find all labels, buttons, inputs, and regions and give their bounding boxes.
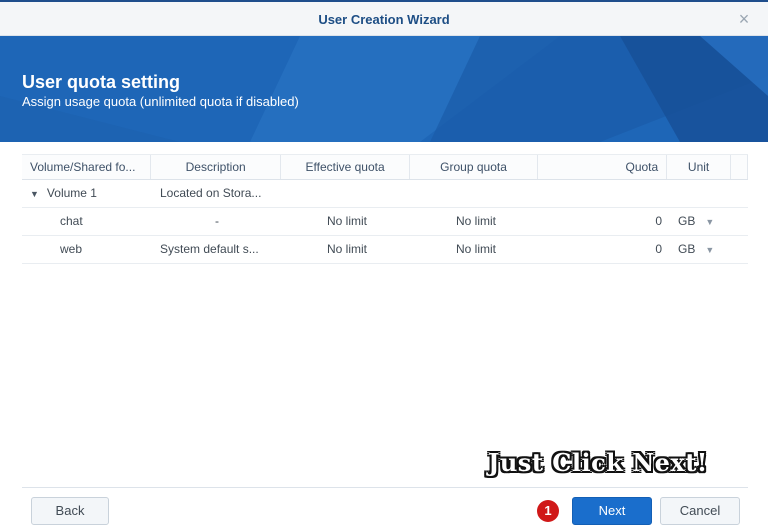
effective-quota-cell	[282, 180, 412, 207]
table-row-volume[interactable]: ▼ Volume 1 Located on Stora...	[22, 180, 748, 208]
quota-cell	[540, 180, 670, 207]
window-title: User Creation Wizard	[318, 12, 450, 27]
title-bar: User Creation Wizard ×	[0, 2, 768, 36]
page-title: User quota setting	[22, 72, 181, 92]
annotation-text: Just Click Next!	[488, 448, 708, 477]
quota-input[interactable]: 0	[540, 236, 670, 263]
unit-cell	[670, 180, 734, 207]
column-header-volume[interactable]: Volume/Shared fo...	[22, 155, 152, 179]
volume-name: Volume 1	[46, 186, 97, 200]
header-banner: User quota setting Assign usage quota (u…	[0, 36, 768, 142]
close-icon[interactable]: ×	[734, 9, 754, 29]
quota-grid: Volume/Shared fo... Description Effectiv…	[22, 154, 748, 264]
column-header-effective-quota[interactable]: Effective quota	[281, 155, 411, 179]
column-header-quota[interactable]: Quota	[538, 155, 668, 179]
step-badge: 1	[537, 500, 559, 522]
shared-folder-name: chat	[60, 214, 83, 228]
shared-folder-name: web	[60, 242, 83, 256]
group-quota-cell: No limit	[455, 214, 496, 228]
dropdown-arrow-icon[interactable]: ▼	[705, 237, 714, 263]
unit-select[interactable]: GB ▼	[670, 208, 734, 235]
unit-value: GB	[678, 242, 696, 256]
column-header-group-quota[interactable]: Group quota	[410, 155, 538, 179]
column-header-filler	[731, 155, 748, 179]
table-row-chat[interactable]: chat - No limit No limit 0 GB ▼	[22, 208, 748, 236]
description-cell: -	[215, 214, 219, 228]
footer-divider	[22, 487, 748, 488]
volume-cell: ▼ Volume 1	[22, 180, 152, 207]
cancel-button[interactable]: Cancel	[660, 497, 740, 525]
effective-quota-cell: No limit	[326, 242, 367, 256]
effective-quota-cell: No limit	[326, 214, 367, 228]
column-header-unit[interactable]: Unit	[667, 155, 731, 179]
grid-header: Volume/Shared fo... Description Effectiv…	[22, 154, 748, 180]
column-header-description[interactable]: Description	[151, 155, 281, 179]
back-button[interactable]: Back	[31, 497, 109, 525]
unit-value: GB	[678, 214, 696, 228]
unit-select[interactable]: GB ▼	[670, 236, 734, 263]
description-cell: System default s...	[160, 242, 259, 256]
next-button[interactable]: Next	[572, 497, 652, 525]
description-cell: Located on Stora...	[160, 186, 262, 200]
dropdown-arrow-icon[interactable]: ▼	[705, 209, 714, 235]
quota-input[interactable]: 0	[540, 208, 670, 235]
caret-down-icon[interactable]: ▼	[30, 181, 39, 207]
group-quota-cell	[412, 180, 540, 207]
table-row-web[interactable]: web System default s... No limit No limi…	[22, 236, 748, 264]
page-subtitle: Assign usage quota (unlimited quota if d…	[22, 94, 299, 109]
group-quota-cell: No limit	[455, 242, 496, 256]
